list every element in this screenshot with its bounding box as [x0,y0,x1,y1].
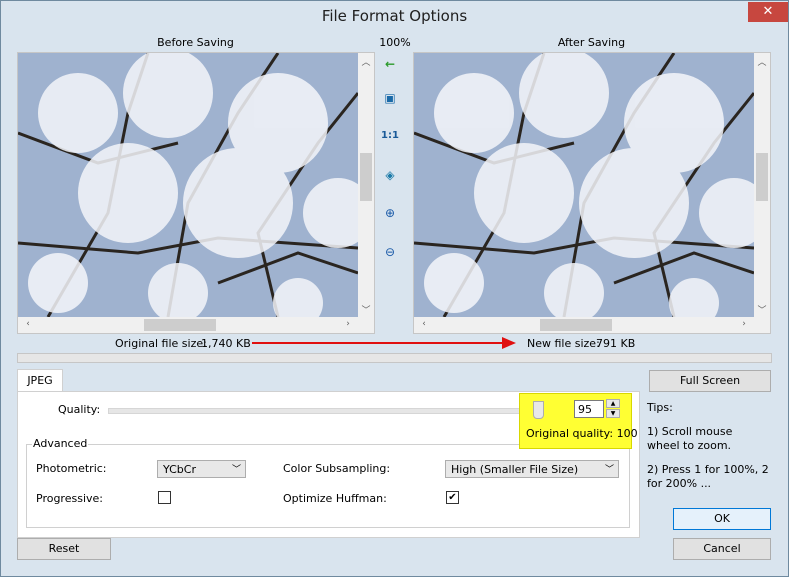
photometric-label: Photometric: [36,462,107,475]
photometric-select[interactable]: YCbCr ﹀ [157,460,246,478]
after-vscroll-thumb[interactable] [756,153,768,201]
color-subsampling-select[interactable]: High (Smaller File Size) ﹀ [445,460,619,478]
quality-label: Quality: [58,403,101,416]
before-vertical-scrollbar[interactable]: ︿ ﹀ [358,53,374,317]
scroll-up-icon[interactable]: ︿ [358,55,374,68]
original-quality-label: Original quality: 100 [526,427,638,440]
after-preview-pane[interactable]: ︿ ﹀ ‹ › [413,52,771,334]
fit-image-icon[interactable]: ▣ [381,91,399,109]
spin-up-icon[interactable]: ▲ [606,399,620,408]
scroll-left-icon[interactable]: ‹ [416,319,432,329]
after-image-drawing [414,53,754,317]
before-image-drawing [18,53,358,317]
tab-jpeg[interactable]: JPEG [17,369,63,392]
sync-views-icon[interactable]: ← [381,57,399,75]
title-bar[interactable]: File Format Options ✕ [1,1,788,31]
new-size-value: 791 KB [596,337,636,350]
color-subsampling-value: High (Smaller File Size) [451,463,579,476]
tip-2: 2) Press 1 for 100%, 2 for 200% ... [647,463,769,490]
after-hscroll-thumb[interactable] [540,319,612,331]
ok-button[interactable]: OK [673,508,771,530]
scroll-left-icon[interactable]: ‹ [20,319,36,329]
progressive-checkbox[interactable] [158,491,171,504]
advanced-group-label: Advanced [32,437,89,450]
before-hscroll-thumb[interactable] [144,319,216,331]
before-vscroll-thumb[interactable] [360,153,372,201]
original-size-label: Original file size: [115,337,207,350]
quality-slider-thumb[interactable] [533,401,544,419]
chevron-down-icon: ﹀ [231,465,241,475]
after-preview-image[interactable] [414,53,754,317]
scroll-corner [754,317,770,333]
scroll-right-icon[interactable]: › [736,319,752,329]
scroll-right-icon[interactable]: › [340,319,356,329]
size-arrow-icon [252,337,516,349]
zoom-out-icon[interactable]: ⊖ [381,245,399,263]
cancel-button[interactable]: Cancel [673,538,771,560]
optimize-huffman-checkbox[interactable]: ✔ [446,491,459,504]
reset-button[interactable]: Reset [17,538,111,560]
full-screen-button[interactable]: Full Screen [649,370,771,392]
before-preview-pane[interactable]: ︿ ﹀ ‹ › [17,52,375,334]
photometric-value: YCbCr [163,463,196,476]
before-saving-label: Before Saving [157,36,234,49]
quality-input[interactable]: 95 [574,400,604,418]
zoom-level-label: 100% [379,36,411,49]
before-horizontal-scrollbar[interactable]: ‹ › [18,317,358,333]
chevron-down-icon: ﹀ [604,465,614,475]
progress-bar [17,353,772,363]
scroll-corner [358,317,374,333]
actual-size-icon[interactable]: 1:1 [381,130,399,148]
progressive-label: Progressive: [36,492,103,505]
color-subsampling-label: Color Subsampling: [283,462,391,475]
new-size-label: New file size: [527,337,600,350]
advanced-group: Advanced Photometric: YCbCr ﹀ Color Subs… [26,437,630,528]
close-button[interactable]: ✕ [748,2,788,22]
tip-1: 1) Scroll mouse wheel to zoom. [647,425,733,452]
after-vertical-scrollbar[interactable]: ︿ ﹀ [754,53,770,317]
quality-slider-track[interactable] [108,408,530,414]
scroll-down-icon[interactable]: ﹀ [358,303,374,316]
before-preview-image[interactable] [18,53,358,317]
fit-window-icon[interactable]: ◈ [381,168,399,186]
quality-spinner[interactable]: ▲ ▼ [606,399,620,419]
zoom-in-icon[interactable]: ⊕ [381,206,399,224]
original-size-value: 1,740 KB [201,337,251,350]
window-title: File Format Options [321,7,468,25]
after-saving-label: After Saving [557,36,626,49]
scroll-down-icon[interactable]: ﹀ [754,303,770,316]
optimize-huffman-label: Optimize Huffman: [283,492,387,505]
after-horizontal-scrollbar[interactable]: ‹ › [414,317,754,333]
scroll-up-icon[interactable]: ︿ [754,55,770,68]
tips-title: Tips: [647,401,673,414]
spin-down-icon[interactable]: ▼ [606,409,620,418]
